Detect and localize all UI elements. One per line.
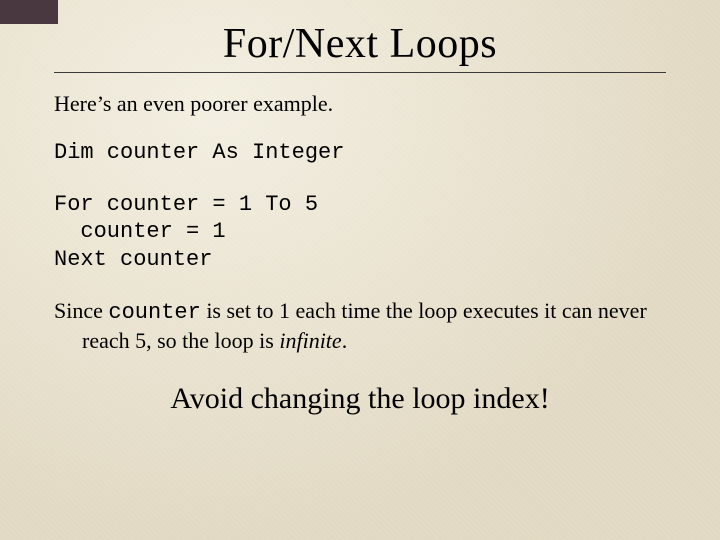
- explain-emphasis: infinite: [279, 328, 341, 353]
- intro-text: Here’s an even poorer example.: [54, 91, 666, 117]
- corner-accent: [0, 0, 58, 24]
- code-line-body: counter = 1: [54, 219, 226, 244]
- explain-post: .: [342, 328, 348, 353]
- code-block-2: For counter = 1 To 5 counter = 1 Next co…: [54, 191, 666, 274]
- slide-content: For/Next Loops Here’s an even poorer exa…: [0, 0, 720, 416]
- callout-text: Avoid changing the loop index!: [54, 382, 666, 416]
- code-line-for: For counter = 1 To 5: [54, 192, 318, 217]
- explain-pre: Since: [54, 298, 108, 323]
- title-rule: [54, 72, 666, 73]
- explain-code-word: counter: [108, 300, 200, 325]
- code-line-next: Next counter: [54, 247, 212, 272]
- explanation-text: Since counter is set to 1 each time the …: [54, 297, 666, 354]
- slide-title: For/Next Loops: [54, 20, 666, 68]
- code-block-1: Dim counter As Integer: [54, 139, 666, 167]
